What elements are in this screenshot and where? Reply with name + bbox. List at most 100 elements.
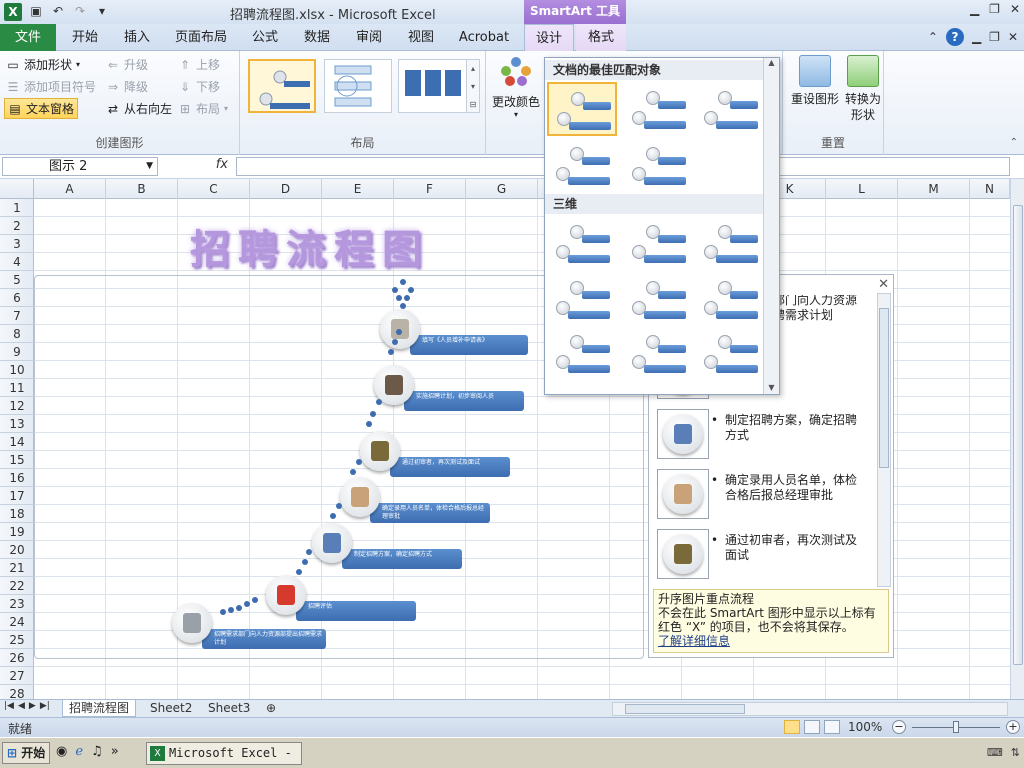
add-shape-button[interactable]: ▭ 添加形状 ▾ bbox=[6, 56, 80, 73]
help-icon[interactable]: ? bbox=[945, 28, 964, 46]
row-header[interactable]: 7 bbox=[0, 307, 34, 325]
column-header[interactable]: B bbox=[106, 179, 178, 199]
column-header[interactable]: D bbox=[250, 179, 322, 199]
minimize-icon[interactable]: ▁ bbox=[970, 2, 979, 16]
row-header[interactable]: 10 bbox=[0, 361, 34, 379]
gallery-layout-option[interactable] bbox=[695, 216, 765, 270]
undo-icon[interactable]: ↶ bbox=[50, 3, 66, 19]
tab-view[interactable]: 视图 bbox=[396, 24, 446, 51]
column-header[interactable]: L bbox=[826, 179, 898, 199]
gallery-layout-option[interactable] bbox=[695, 326, 765, 380]
sheet-tab-recruit[interactable]: 招聘流程图 bbox=[62, 700, 137, 717]
scroll-thumb[interactable] bbox=[625, 704, 745, 714]
sheet-tab-sheet3[interactable]: Sheet3 bbox=[202, 700, 256, 717]
last-sheet-icon[interactable]: ▶| bbox=[40, 701, 50, 711]
chevron-up-icon[interactable]: ⌃ bbox=[1010, 137, 1018, 148]
row-header[interactable]: 20 bbox=[0, 541, 34, 559]
media-icon[interactable]: ♫ bbox=[91, 744, 103, 759]
tab-page-layout[interactable]: 页面布局 bbox=[168, 24, 234, 51]
layout-button[interactable]: ⊞ 布局 ▾ bbox=[178, 100, 228, 117]
row-header[interactable]: 15 bbox=[0, 451, 34, 469]
vertical-scrollbar[interactable] bbox=[1010, 179, 1024, 699]
picture-placeholder-icon[interactable] bbox=[657, 409, 709, 459]
gallery-layout-option[interactable] bbox=[623, 326, 693, 380]
zoom-slider[interactable]: − + bbox=[892, 720, 1020, 736]
row-header[interactable]: 2 bbox=[0, 217, 34, 235]
page-break-view-icon[interactable] bbox=[824, 720, 840, 734]
redo-icon[interactable]: ↷ bbox=[72, 3, 88, 19]
chevron-down-icon[interactable]: ▼ bbox=[146, 158, 153, 175]
gallery-layout-option[interactable] bbox=[623, 272, 693, 326]
close-icon[interactable]: ✕ bbox=[878, 277, 889, 292]
taskbar-excel-button[interactable]: X Microsoft Excel - ... bbox=[146, 742, 302, 765]
layout-gallery-scroll[interactable]: ▴ ▾ ⊟ bbox=[466, 59, 480, 113]
smartart-picture-icon[interactable] bbox=[312, 523, 352, 563]
row-header[interactable]: 11 bbox=[0, 379, 34, 397]
show-desktop-icon[interactable]: ◉ bbox=[56, 744, 67, 759]
row-header[interactable]: 18 bbox=[0, 505, 34, 523]
text-pane-item[interactable]: 制定招聘方案，确定招聘方式 bbox=[653, 407, 875, 465]
zoom-level[interactable]: 100% bbox=[848, 720, 882, 734]
row-header[interactable]: 16 bbox=[0, 469, 34, 487]
row-header[interactable]: 4 bbox=[0, 253, 34, 271]
column-header[interactable]: E bbox=[322, 179, 394, 199]
select-all-corner[interactable] bbox=[0, 179, 34, 199]
zoom-knob[interactable] bbox=[953, 721, 959, 733]
row-header[interactable]: 24 bbox=[0, 613, 34, 631]
scroll-thumb[interactable] bbox=[1013, 205, 1023, 665]
smartart-picture-icon[interactable] bbox=[360, 431, 400, 471]
tab-formulas[interactable]: 公式 bbox=[240, 24, 290, 51]
learn-more-link[interactable]: 了解详细信息 bbox=[658, 634, 884, 648]
gallery-layout-option[interactable] bbox=[547, 272, 617, 326]
row-header[interactable]: 3 bbox=[0, 235, 34, 253]
layout-thumb-ascending-picture[interactable] bbox=[248, 59, 316, 113]
insert-sheet-icon[interactable]: ⊕ bbox=[260, 700, 282, 717]
column-header[interactable]: G bbox=[466, 179, 538, 199]
doc-close-icon[interactable]: ✕ bbox=[1008, 30, 1018, 44]
scroll-thumb[interactable] bbox=[879, 308, 889, 468]
row-header[interactable]: 21 bbox=[0, 559, 34, 577]
row-header[interactable]: 9 bbox=[0, 343, 34, 361]
gallery-layout-option[interactable] bbox=[547, 82, 617, 136]
row-header[interactable]: 5 bbox=[0, 271, 34, 289]
reset-graphic-button[interactable]: 重设图形 bbox=[791, 55, 839, 107]
tab-review[interactable]: 审阅 bbox=[344, 24, 394, 51]
column-header[interactable]: A bbox=[34, 179, 106, 199]
tab-design[interactable]: 设计 bbox=[524, 24, 574, 52]
tab-home[interactable]: 开始 bbox=[60, 24, 110, 51]
layout-thumb-columns[interactable] bbox=[398, 59, 468, 113]
demote-button[interactable]: ⇒ 降级 bbox=[106, 78, 148, 95]
row-header[interactable]: 17 bbox=[0, 487, 34, 505]
layout-thumb-vertical-circle[interactable] bbox=[324, 59, 392, 113]
first-sheet-icon[interactable]: |◀ bbox=[4, 701, 14, 711]
add-bullet-button[interactable]: ☰ 添加项目符号 bbox=[6, 78, 96, 95]
wordart-title[interactable]: 招聘流程图 bbox=[190, 217, 430, 275]
doc-minimize-icon[interactable]: ▁ bbox=[972, 30, 981, 44]
save-icon[interactable]: ▣ bbox=[28, 3, 44, 19]
move-up-button[interactable]: ⇑ 上移 bbox=[178, 56, 220, 73]
gallery-layout-option[interactable] bbox=[547, 326, 617, 380]
convert-to-shapes-button[interactable]: 转换为 形状 bbox=[841, 55, 885, 123]
text-pane-item-text[interactable]: 制定招聘方案，确定招聘方式 bbox=[711, 413, 865, 443]
column-header[interactable]: F bbox=[394, 179, 466, 199]
prev-sheet-icon[interactable]: ◀ bbox=[18, 701, 25, 711]
page-layout-view-icon[interactable] bbox=[804, 720, 820, 734]
restore-icon[interactable]: ❐ bbox=[989, 2, 1000, 16]
column-header[interactable]: C bbox=[178, 179, 250, 199]
row-header[interactable]: 12 bbox=[0, 397, 34, 415]
picture-placeholder-icon[interactable] bbox=[657, 469, 709, 519]
text-pane-item[interactable]: 通过初审者，再次测试及面试 bbox=[653, 527, 875, 585]
keyboard-icon[interactable]: ⌨ bbox=[987, 746, 1003, 759]
tab-insert[interactable]: 插入 bbox=[112, 24, 162, 51]
change-colors-button[interactable]: 更改颜色 ▾ bbox=[490, 55, 542, 125]
gallery-scrollbar[interactable]: ▲ ▼ bbox=[763, 58, 779, 394]
row-header[interactable]: 26 bbox=[0, 649, 34, 667]
tab-data[interactable]: 数据 bbox=[292, 24, 342, 51]
more-icon[interactable]: » bbox=[111, 744, 119, 759]
row-header[interactable]: 27 bbox=[0, 667, 34, 685]
excel-app-icon[interactable]: X bbox=[4, 3, 22, 21]
doc-restore-icon[interactable]: ❐ bbox=[989, 30, 1000, 44]
tab-file[interactable]: 文件 bbox=[0, 24, 56, 51]
row-header[interactable]: 6 bbox=[0, 289, 34, 307]
close-icon[interactable]: ✕ bbox=[1010, 2, 1020, 16]
